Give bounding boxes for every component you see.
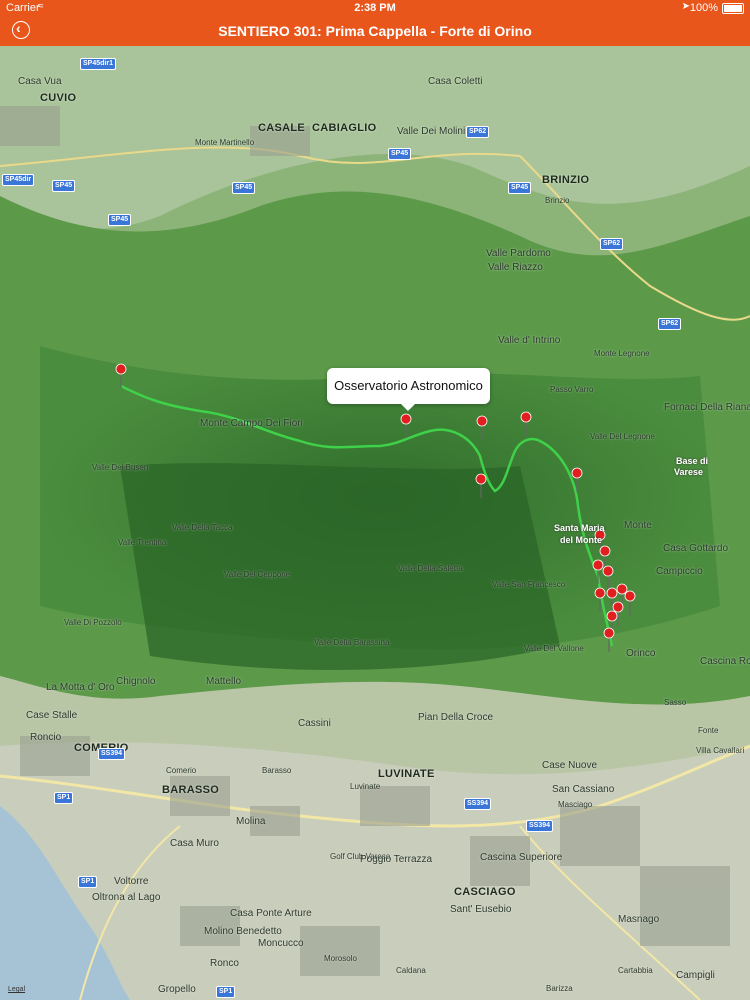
place-label: Roncio [30,732,62,743]
road-shield: SS394 [98,748,126,760]
place-label: Valle Della Tacca [172,523,233,532]
road-shield: SP62 [466,126,490,138]
place-label: Valle Dei Busen [92,463,149,472]
road-shield: SP45dir1 [80,58,116,70]
place-label: Monte Martinello [195,138,255,147]
place-label: Cascina Rosa [700,656,750,667]
place-label: CUVIO [40,92,77,104]
place-label: Molino Benedetto [204,926,282,937]
road-shield: SP45 [52,180,76,192]
battery-icon [722,3,744,14]
place-label: Barizza [546,984,573,993]
road-shield: SP45 [108,214,132,226]
place-label: Pian Della Croce [418,712,494,723]
place-label: Valle San Francesco [492,580,566,589]
place-label: Valle d' Intrino [498,335,561,346]
place-label: BARASSO [162,784,220,796]
place-label: Monte [624,520,652,531]
place-label: Masnago [618,914,660,925]
location-icon: ➤ [681,1,690,12]
place-label: Varese [674,467,704,477]
place-label: Valle Dei Molini [397,126,466,137]
place-label: Passo Varro [550,385,594,394]
road-shield: SP45 [388,148,412,160]
status-time: 2:38 PM [354,2,396,14]
place-label: del Monte [560,535,602,545]
place-label: Valle Del Legnone [590,432,655,441]
place-label: Brinzio [545,196,570,205]
place-label: Monte Campo Dei Fiori [200,418,303,429]
place-label: Sasso [664,698,687,707]
place-label: Masciago [558,800,593,809]
place-label: Gropello [158,984,196,995]
place-label: San Cassiano [552,784,615,795]
legal-link[interactable]: Legal [8,986,25,993]
road-shield: SP62 [600,238,624,250]
place-label: Cartabbia [618,966,653,975]
road-shield: SP1 [78,876,98,888]
place-label: Mattello [206,676,242,687]
place-label: Campiccio [656,566,703,577]
place-label: Campigli [676,970,715,981]
place-label: Valle Del Ceppone [224,570,291,579]
place-label: Casa Coletti [428,76,483,87]
place-label: CASCIAGO [454,886,516,898]
place-label: Casa Gottardo [663,543,729,554]
road-shield: SS394 [464,798,492,810]
place-label: Barasso [262,766,292,775]
place-label: CABIAGLIO [312,122,377,134]
place-label: Valle Riazzo [488,262,543,273]
place-label: Comerio [166,766,197,775]
road-shield: SP45 [232,182,256,194]
place-label: Villa Cavallari [696,746,745,755]
place-label: Valle Della Barassina [314,638,390,647]
place-label: Valle Pardomo [486,248,551,259]
place-label: Santa Maria [554,523,605,533]
place-label: Ronco [210,958,239,969]
place-label: Base di [676,456,709,466]
map-view[interactable]: Casa Vua CUVIO Casa Coletti CASALE CABIA… [0,46,750,1000]
road-shield: SP62 [658,318,682,330]
place-label: Chignolo [116,676,156,687]
status-bar: Carrier ≈ 2:38 PM ➤ 100% [0,0,750,16]
road-shield: SP45dir [2,174,35,186]
place-label: Fornaci Della Riana [664,402,750,413]
place-label: BRINZIO [542,174,590,186]
place-label: Valle Del Vallone [524,644,584,653]
road-shield: SS394 [526,820,554,832]
place-label: Valle Trentina [118,538,167,547]
place-label: Casa Ponte Arture [230,908,312,919]
place-label: Poggio Terrazza [360,854,433,865]
place-label: Monte Legnone [594,349,650,358]
place-label: Moncucco [258,938,304,949]
place-label: Casa Muro [170,838,219,849]
place-label: Sant' Eusebio [450,904,512,915]
pin-callout[interactable]: Osservatorio Astronomico [327,368,490,411]
place-label: Oltrona al Lago [92,892,161,903]
place-label: Valle Della Saletta [398,564,463,573]
road-shield: SP1 [216,986,236,998]
place-label: Case Stalle [26,710,78,721]
page-title: SENTIERO 301: Prima Cappella - Forte di … [218,23,532,39]
place-label: Cassini [298,718,331,729]
battery-percent: 100% [689,2,718,14]
place-label: Morosolo [324,954,357,963]
place-label: Luvinate [350,782,381,791]
place-label: La Motta d' Oro [46,682,115,693]
place-label: Casa Vua [18,76,62,87]
place-label: Caldana [396,966,426,975]
road-shield: SP1 [54,792,74,804]
road-shield: SP45 [508,182,532,194]
place-label: Voltorre [114,876,149,887]
place-label: LUVINATE [378,768,435,780]
place-label: CASALE [258,122,306,134]
place-label: Orinco [626,648,656,659]
place-label: Cascina Superiore [480,852,563,863]
place-label: Case Nuove [542,760,598,771]
place-label: Molina [236,816,266,827]
nav-bar: ‹ SENTIERO 301: Prima Cappella - Forte d… [0,16,750,46]
place-label: Fonte [698,726,719,735]
place-label: Valle Di Pozzolo [64,618,122,627]
